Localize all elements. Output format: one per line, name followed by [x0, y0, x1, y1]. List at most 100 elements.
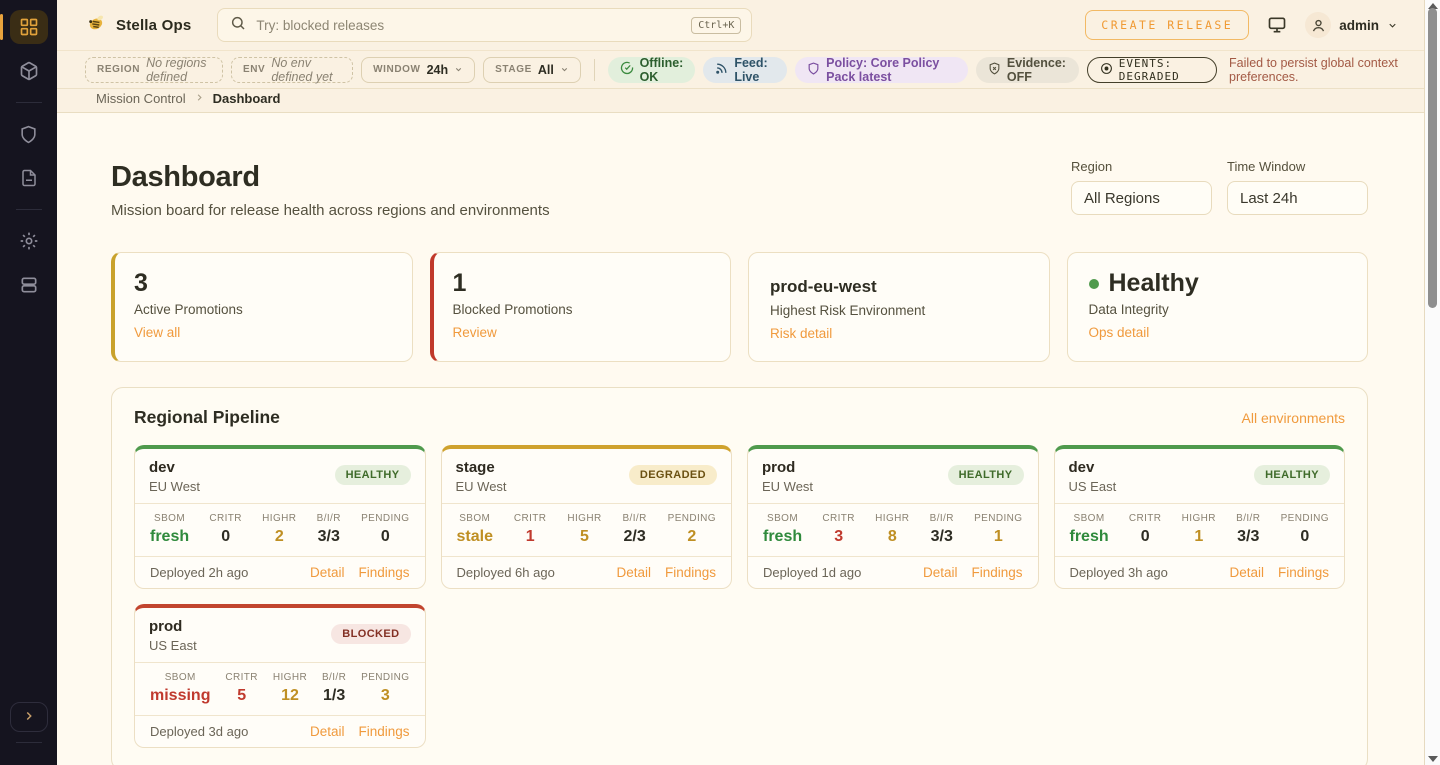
stat-value: 1	[974, 528, 1022, 546]
stat-value: 1/3	[322, 687, 346, 705]
pipeline-cards-grid: dev EU West HEALTHY SBOM fresh CRITR 0 HIG…	[134, 445, 1345, 748]
status-badge: BLOCKED	[331, 624, 410, 644]
status-badge: HEALTHY	[948, 465, 1024, 485]
detail-link[interactable]: Detail	[310, 565, 345, 580]
region-filter-value: No regions defined	[146, 56, 211, 84]
evidence-status-pill[interactable]: Evidence: OFF	[976, 57, 1079, 83]
findings-link[interactable]: Findings	[358, 565, 409, 580]
findings-link[interactable]: Findings	[971, 565, 1022, 580]
sidebar-item-releases[interactable]	[10, 54, 48, 88]
stat-label: B/I/R	[322, 672, 346, 683]
display-mode-button[interactable]	[1267, 15, 1287, 35]
offline-status-pill[interactable]: Offline: OK	[608, 57, 696, 83]
sidebar-divider	[16, 209, 42, 210]
status-badge: DEGRADED	[629, 465, 717, 485]
feed-status-pill[interactable]: Feed: Live	[703, 57, 787, 83]
detail-link[interactable]: Detail	[923, 565, 958, 580]
sidebar-item-infrastructure[interactable]	[10, 268, 48, 302]
env-name: dev	[149, 459, 200, 476]
avatar	[1305, 12, 1331, 38]
global-search-input[interactable]: Try: blocked releases Ctrl+K	[217, 8, 752, 42]
main-area: Stella Ops Try: blocked releases Ctrl+K …	[57, 0, 1425, 765]
summary-value: 3	[134, 270, 391, 298]
env-filter[interactable]: ENV No env defined yet	[231, 57, 353, 83]
findings-link[interactable]: Findings	[1278, 565, 1329, 580]
create-release-button[interactable]: CREATE RELEASE	[1085, 10, 1249, 40]
stat-label: HIGHR	[875, 513, 909, 524]
env-name: prod	[762, 459, 813, 476]
detail-link[interactable]: Detail	[1229, 565, 1264, 580]
env-name: dev	[1069, 459, 1117, 476]
breadcrumb-current: Dashboard	[213, 91, 281, 106]
region-filter-label: REGION	[97, 64, 140, 75]
stat-value: 2	[668, 528, 716, 546]
stat-value: missing	[150, 687, 210, 705]
scrollbar-thumb[interactable]	[1428, 8, 1437, 308]
time-window-select[interactable]: Last 24h	[1227, 181, 1368, 215]
page-content: Dashboard Mission board for release heal…	[57, 113, 1424, 765]
view-all-link[interactable]: View all	[134, 325, 180, 340]
breadcrumb: Mission Control Dashboard	[57, 89, 1424, 113]
env-region: EU West	[456, 479, 507, 494]
stat-label: B/I/R	[622, 513, 646, 524]
chevron-down-icon	[560, 65, 569, 74]
pipeline-card: prod EU West HEALTHY SBOMfresh CRITR3 HI…	[747, 445, 1039, 589]
detail-link[interactable]: Detail	[616, 565, 651, 580]
context-alert-text: Failed to persist global context prefere…	[1229, 56, 1408, 84]
stat-label: CRITR	[1129, 513, 1162, 524]
user-menu[interactable]: admin	[1305, 12, 1398, 38]
summary-card-blocked-promotions: 1 Blocked Promotions Review	[430, 252, 732, 362]
deployed-text: Deployed 3d ago	[150, 724, 248, 739]
deployed-text: Deployed 3h ago	[1070, 565, 1168, 580]
env-region: US East	[149, 638, 197, 653]
top-bar: Stella Ops Try: blocked releases Ctrl+K …	[57, 0, 1424, 50]
stat-value: 2/3	[622, 528, 646, 546]
stat-value: fresh	[763, 528, 802, 546]
chevron-right-icon	[22, 709, 36, 726]
scrollbar-down-arrow-icon[interactable]	[1428, 756, 1438, 762]
detail-link[interactable]: Detail	[310, 724, 345, 739]
stat-label: CRITR	[822, 513, 855, 524]
page-subtitle: Mission board for release health across …	[111, 202, 550, 219]
findings-link[interactable]: Findings	[665, 565, 716, 580]
sidebar-item-policy[interactable]	[10, 117, 48, 151]
stat-label: HIGHR	[262, 513, 296, 524]
stat-label: SBOM	[457, 513, 493, 524]
region-filter[interactable]: REGION No regions defined	[85, 57, 223, 83]
policy-status-pill[interactable]: Policy: Core Policy Pack latest	[795, 57, 968, 83]
vertical-scrollbar[interactable]	[1425, 0, 1440, 765]
review-link[interactable]: Review	[453, 325, 497, 340]
all-environments-link[interactable]: All environments	[1242, 410, 1346, 426]
shield-icon	[19, 125, 38, 144]
sidebar-divider	[16, 742, 42, 743]
vertical-divider	[594, 59, 595, 81]
stage-filter-dropdown[interactable]: STAGE All	[483, 57, 581, 83]
window-filter-value: 24h	[427, 63, 449, 77]
env-region: EU West	[149, 479, 200, 494]
server-stack-icon	[19, 275, 39, 295]
risk-detail-link[interactable]: Risk detail	[770, 326, 832, 341]
region-select[interactable]: All Regions	[1071, 181, 1212, 215]
stage-filter-value: All	[538, 63, 554, 77]
window-filter-dropdown[interactable]: WINDOW 24h	[361, 57, 475, 83]
breadcrumb-parent[interactable]: Mission Control	[96, 91, 186, 106]
dashboard-grid-icon	[19, 17, 39, 37]
stat-value: 0	[1281, 528, 1329, 546]
document-icon	[20, 169, 38, 187]
sidebar-expand-button[interactable]	[10, 702, 48, 732]
deployed-text: Deployed 6h ago	[457, 565, 555, 580]
findings-link[interactable]: Findings	[358, 724, 409, 739]
deployed-text: Deployed 1d ago	[763, 565, 861, 580]
stat-value: fresh	[150, 528, 189, 546]
sidebar-item-dashboard[interactable]	[10, 10, 48, 44]
events-status-pill[interactable]: EVENTS: DEGRADED	[1087, 57, 1217, 83]
status-badge: HEALTHY	[1254, 465, 1330, 485]
stat-value: fresh	[1070, 528, 1109, 546]
stat-value: 0	[1129, 528, 1162, 546]
sidebar-item-settings[interactable]	[10, 224, 48, 258]
summary-value: Healthy	[1089, 270, 1347, 298]
sidebar-item-evidence[interactable]	[10, 161, 48, 195]
dot-circle-icon	[1100, 62, 1113, 78]
ops-detail-link[interactable]: Ops detail	[1089, 325, 1150, 340]
search-placeholder: Try: blocked releases	[256, 18, 681, 33]
